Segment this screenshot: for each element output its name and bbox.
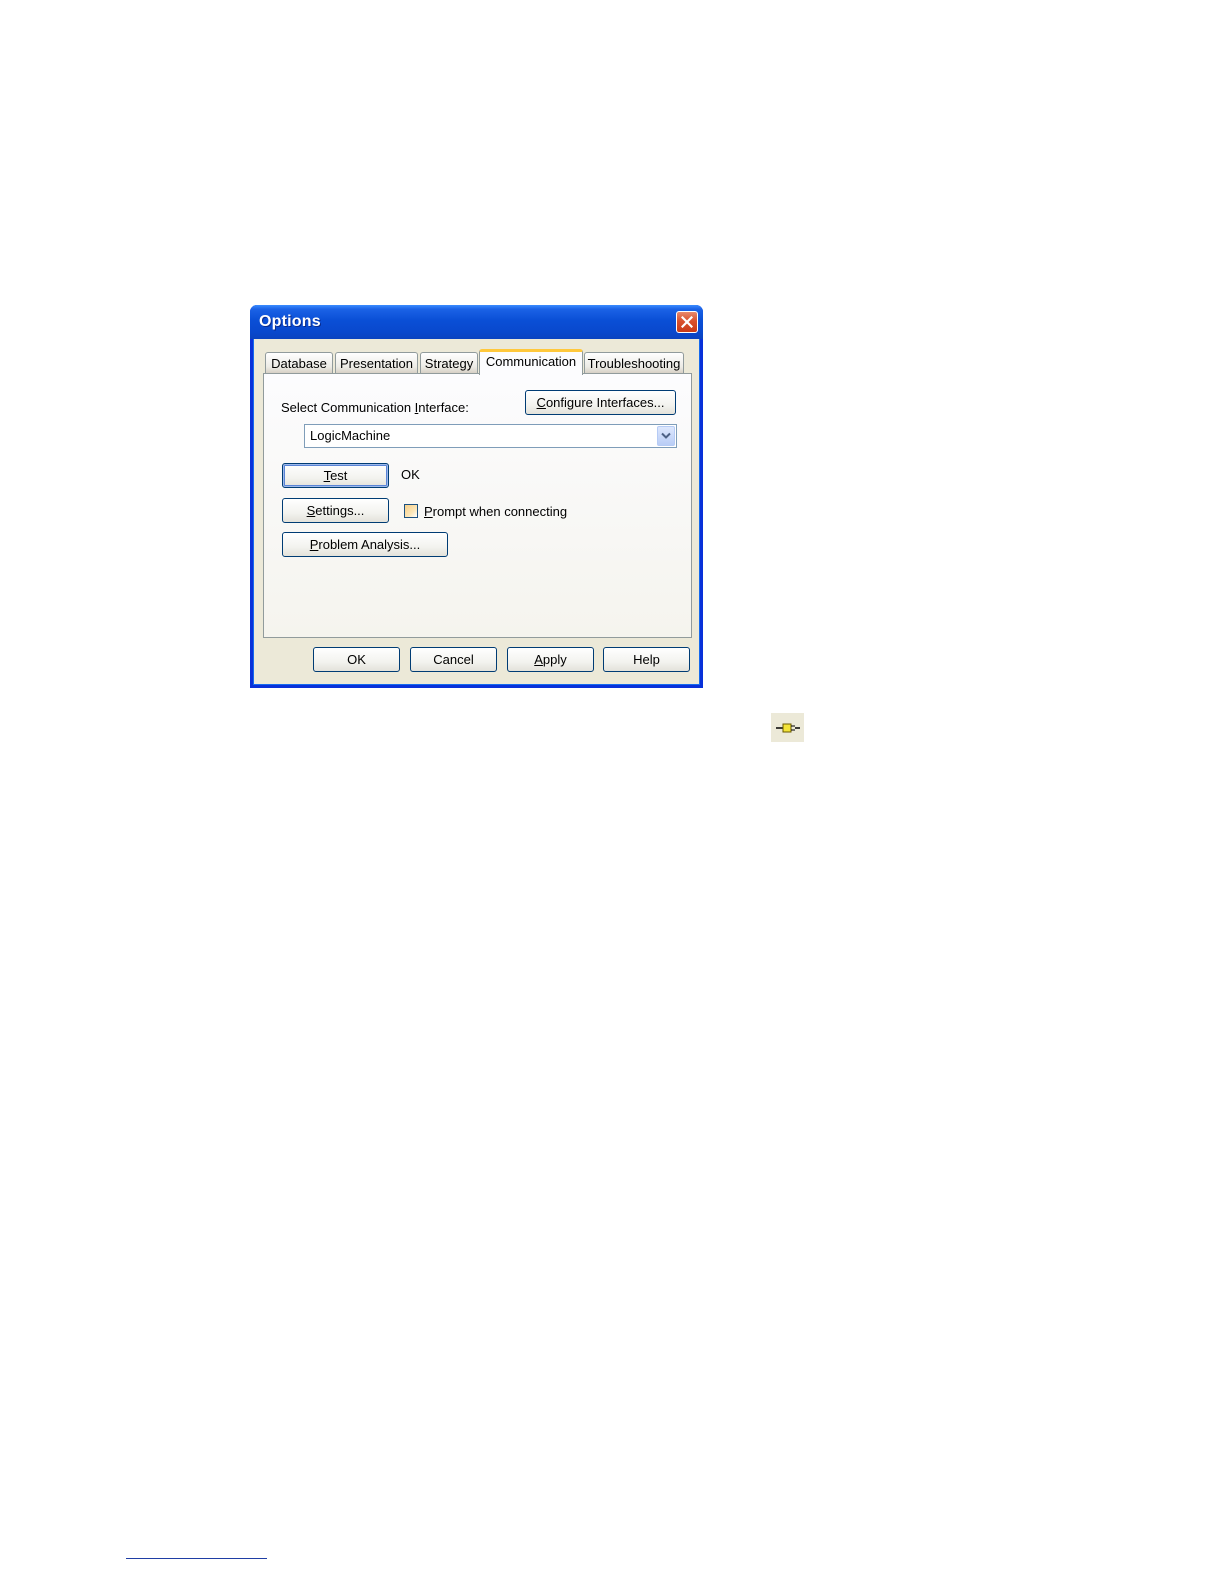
- prompt-checkbox[interactable]: [404, 504, 418, 518]
- settings-button[interactable]: Settings...: [282, 498, 389, 523]
- tab-presentation[interactable]: Presentation: [335, 352, 418, 373]
- interface-select[interactable]: LogicMachine: [304, 424, 677, 448]
- help-button[interactable]: Help: [603, 647, 690, 672]
- tab-label: Database: [271, 356, 327, 371]
- communication-panel: Select Communication Interface: Configur…: [263, 373, 692, 638]
- tab-communication[interactable]: Communication: [479, 349, 583, 375]
- tab-label: Strategy: [424, 356, 474, 371]
- select-interface-label: Select Communication Interface:: [281, 400, 469, 415]
- interface-select-value: LogicMachine: [310, 428, 391, 443]
- connection-toolbar-button[interactable]: [771, 713, 804, 742]
- tab-label: Communication: [485, 354, 577, 369]
- dropdown-button[interactable]: [657, 426, 675, 446]
- close-button[interactable]: [676, 311, 698, 333]
- cancel-button[interactable]: Cancel: [410, 647, 497, 672]
- tab-label: Presentation: [340, 356, 413, 371]
- ok-button[interactable]: OK: [313, 647, 400, 672]
- test-status: OK: [401, 467, 420, 482]
- test-button[interactable]: Test: [282, 463, 389, 488]
- options-dialog: Options Database Presentation Strategy C…: [250, 305, 703, 688]
- title-bar[interactable]: Options: [250, 305, 703, 339]
- tab-troubleshooting[interactable]: Troubleshooting: [584, 352, 684, 373]
- problem-analysis-button[interactable]: Problem Analysis...: [282, 532, 448, 557]
- tab-database[interactable]: Database: [265, 352, 333, 373]
- footnote-separator: [126, 1558, 267, 1559]
- dialog-title: Options: [259, 313, 321, 330]
- close-icon: [681, 316, 693, 328]
- configure-interfaces-button[interactable]: Configure Interfaces...: [525, 390, 676, 415]
- connection-plug-icon: [776, 723, 800, 733]
- apply-button[interactable]: Apply: [507, 647, 594, 672]
- prompt-checkbox-label[interactable]: Prompt when connecting: [424, 504, 567, 519]
- tab-strategy[interactable]: Strategy: [420, 352, 478, 373]
- chevron-down-icon: [661, 432, 671, 439]
- tab-label: Troubleshooting: [587, 356, 681, 371]
